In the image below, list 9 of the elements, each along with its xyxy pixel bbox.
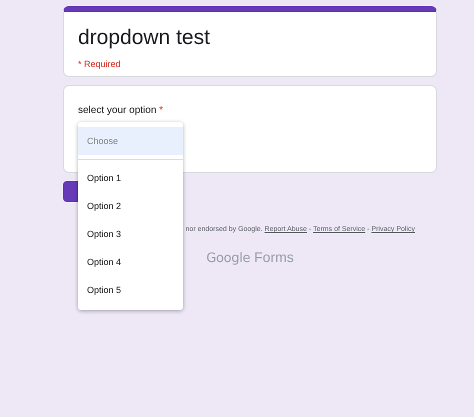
menu-option[interactable]: Option 1 [78,164,183,192]
required-note: * Required [78,59,122,69]
question-label: select your option * [78,105,164,116]
menu-option[interactable]: Option 3 [78,220,183,248]
menu-option[interactable]: Option 4 [78,248,183,276]
menu-option[interactable]: Option 2 [78,192,183,220]
menu-option[interactable]: Option 5 [78,276,183,304]
form-title: dropdown test [78,25,211,51]
google-forms-logo: Google Forms [206,249,294,266]
